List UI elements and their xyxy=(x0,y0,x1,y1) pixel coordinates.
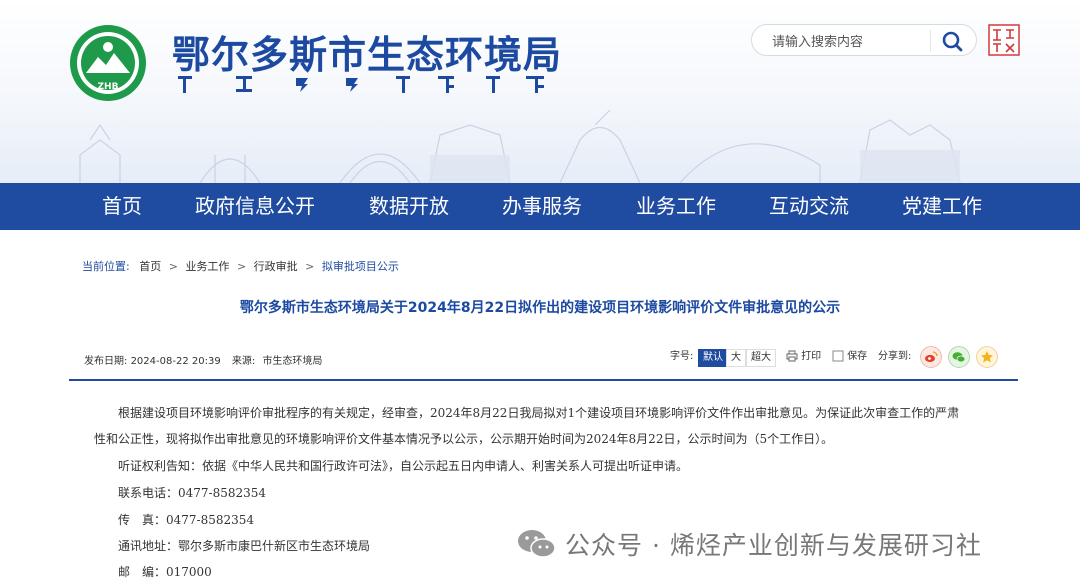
breadcrumb-item-approval[interactable]: 行政审批 xyxy=(254,260,298,273)
breadcrumb-label: 当前位置: xyxy=(82,260,130,273)
font-size-label: 字号: xyxy=(670,351,694,362)
breadcrumb-item-business[interactable]: 业务工作 xyxy=(185,260,229,273)
nav-item-open-data[interactable]: 数据开放 xyxy=(369,183,449,230)
city-skyline-illustration xyxy=(79,109,961,183)
seal-stamp-logo xyxy=(988,24,1020,56)
wechat-icon xyxy=(518,530,556,558)
main-navigation: 首页 政府信息公开 数据开放 办事服务 业务工作 互动交流 党建工作 xyxy=(0,183,1080,230)
paragraph: 传 真：0477-8582354 xyxy=(118,513,255,527)
search-box xyxy=(751,24,977,56)
publish-date-label: 发布日期: xyxy=(84,356,128,367)
paragraph: 联系电话：0477-8582354 xyxy=(118,486,267,500)
wechat-watermark: 公众号 · 烯烃产业创新与发展研习社 xyxy=(515,524,982,564)
nav-item-party[interactable]: 党建工作 xyxy=(902,183,982,230)
breadcrumb-separator: > xyxy=(236,260,247,273)
printer-icon xyxy=(786,350,798,362)
breadcrumb-separator: > xyxy=(168,260,178,273)
source-label: 来源: xyxy=(231,356,256,367)
breadcrumb-item-home[interactable]: 首页 xyxy=(139,260,161,273)
search-button[interactable] xyxy=(938,29,968,53)
paragraph: 邮 编：017000 xyxy=(118,565,212,579)
nav-item-business[interactable]: 业务工作 xyxy=(636,183,716,230)
favorite-share-icon[interactable] xyxy=(976,346,998,368)
agency-logo: ZHB xyxy=(70,25,146,101)
search-input[interactable] xyxy=(770,31,934,53)
site-title: 鄂尔多斯市生态环境局 xyxy=(172,33,563,77)
search-divider xyxy=(930,30,931,52)
logo-text: ZHB xyxy=(98,82,119,92)
paragraph: 根据建设项目环境影响评价审批程序的有关规定，经审查，2024年8月22日我局拟对… xyxy=(118,406,960,420)
breadcrumb: 当前位置: 首页 > 业务工作 > 行政审批 > 拟审批项目公示 xyxy=(82,258,399,274)
font-size-xlarge-button[interactable]: 超大 xyxy=(746,349,776,367)
publish-date: 2024-08-22 20:39 xyxy=(130,356,221,367)
font-size-large-button[interactable]: 大 xyxy=(726,349,746,367)
wechat-share-icon[interactable] xyxy=(948,346,970,368)
paragraph: 通讯地址：鄂尔多斯市康巴什新区市生态环境局 xyxy=(118,539,371,553)
save-label: 保存 xyxy=(847,351,868,362)
save-icon xyxy=(832,350,844,362)
weibo-share-icon[interactable] xyxy=(920,346,942,368)
site-header: ZHB 鄂尔多斯市生态环境局 xyxy=(0,0,1080,183)
paragraph: 听证权利告知：依据《中华人民共和国行政许可法》，自公示起五日内申请人、利害关系人… xyxy=(118,459,689,473)
source-value: 市生态环境局 xyxy=(262,356,323,367)
nav-item-interaction[interactable]: 互动交流 xyxy=(769,183,849,230)
breadcrumb-separator: > xyxy=(305,260,315,273)
print-button[interactable]: 打印 xyxy=(786,347,821,367)
article-meta: 发布日期: 2024-08-22 20:39 来源: 市生态环境局 xyxy=(84,352,322,367)
breadcrumb-item-current[interactable]: 拟审批项目公示 xyxy=(322,260,399,273)
article-title: 鄂尔多斯市生态环境局关于2024年8月22日拟作出的建设项目环境影响评价文件审批… xyxy=(239,300,841,316)
share-label: 分享到: xyxy=(878,351,912,362)
font-size-default-button[interactable]: 默认 xyxy=(698,349,728,367)
nav-item-gov-info[interactable]: 政府信息公开 xyxy=(195,183,315,230)
save-button[interactable]: 保存 xyxy=(832,347,867,367)
mongolian-script-title xyxy=(178,76,544,93)
nav-item-home[interactable]: 首页 xyxy=(102,183,142,230)
nav-item-services[interactable]: 办事服务 xyxy=(502,183,582,230)
watermark-text: 公众号 · 烯烃产业创新与发展研习社 xyxy=(565,531,982,560)
search-icon xyxy=(942,31,963,52)
article-divider xyxy=(69,379,1018,381)
paragraph: 性和公正性，现将拟作出审批意见的环境影响评价文件基本情况予以公示，公示期开始时间… xyxy=(94,432,834,446)
print-label: 打印 xyxy=(801,351,822,362)
